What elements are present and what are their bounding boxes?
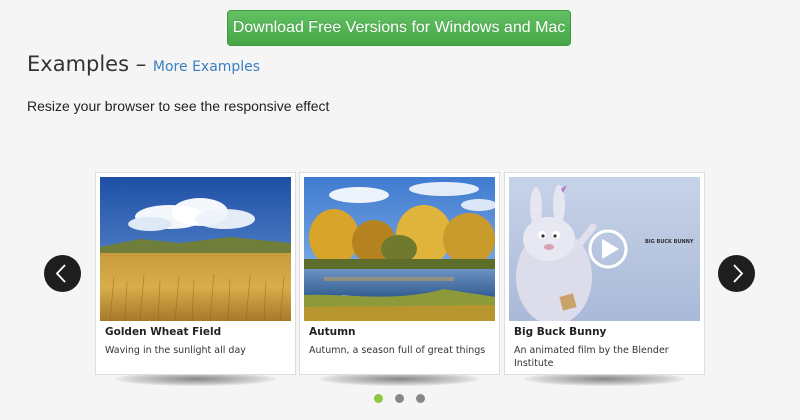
chevron-left-icon (55, 264, 66, 283)
carousel-slides: Golden Wheat Field Waving in the sunligh… (95, 172, 705, 392)
slide-title: Golden Wheat Field (105, 326, 222, 338)
big-buck-bunny-video[interactable]: BIG BUCK BUNNY (509, 177, 700, 321)
carousel-slide-container: Autumn Autumn, a season full of great th… (299, 172, 500, 388)
autumn-lake-image (304, 177, 495, 321)
slide-description: Autumn, a season full of great things (309, 345, 486, 356)
pagination-dot-2[interactable] (395, 394, 404, 403)
wheat-field-image (100, 177, 291, 321)
pagination-dot-1[interactable] (374, 394, 383, 403)
video-caption: BIG BUCK BUNNY (645, 239, 694, 245)
slide-title: Autumn (309, 326, 356, 338)
carousel-prev-button[interactable] (44, 255, 81, 292)
slide-description: An animated film by the Blender Institut… (514, 345, 669, 369)
more-examples-link[interactable]: More Examples (153, 59, 260, 75)
chevron-right-icon (733, 264, 744, 283)
carousel-next-button[interactable] (718, 255, 755, 292)
section-title-text: Examples – (27, 52, 153, 76)
slide-golden-wheat-field[interactable]: Golden Wheat Field Waving in the sunligh… (95, 172, 296, 375)
slide-title: Big Buck Bunny (514, 326, 607, 338)
slide-big-buck-bunny[interactable]: BIG BUCK BUNNY Big Buck Bunny An animate… (504, 172, 705, 375)
download-button[interactable]: Download Free Versions for Windows and M… (227, 10, 571, 46)
section-title: Examples – More Examples (27, 52, 260, 76)
carousel-slide-container: BIG BUCK BUNNY Big Buck Bunny An animate… (504, 172, 705, 388)
slide-description: Waving in the sunlight all day (105, 345, 246, 356)
slide-autumn[interactable]: Autumn Autumn, a season full of great th… (299, 172, 500, 375)
responsive-hint: Resize your browser to see the responsiv… (27, 98, 330, 114)
carousel-slide-container: Golden Wheat Field Waving in the sunligh… (95, 172, 296, 388)
pagination-dot-3[interactable] (416, 394, 425, 403)
